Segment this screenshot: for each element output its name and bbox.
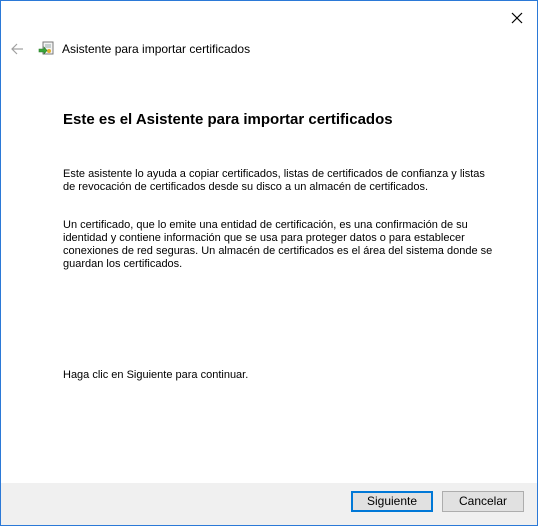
back-button[interactable] [7,37,27,61]
next-button[interactable]: Siguiente [351,491,433,512]
close-button[interactable] [503,5,531,31]
certificate-import-wizard-window: Asistente para importar certificados Est… [0,0,538,526]
continue-instruction: Haga clic en Siguiente para continuar. [63,369,249,381]
back-arrow-icon [11,43,23,55]
cancel-button[interactable]: Cancelar [442,491,524,512]
page-heading: Este es el Asistente para importar certi… [63,111,393,128]
wizard-header: Asistente para importar certificados [1,37,537,61]
certificate-wizard-icon [38,41,54,55]
close-icon [511,12,523,24]
intro-paragraph: Este asistente lo ayuda a copiar certifi… [63,168,485,193]
certificate-description-paragraph: Un certificado, que lo emite una entidad… [63,219,493,270]
wizard-footer: Siguiente Cancelar [1,483,537,525]
wizard-title: Asistente para importar certificados [62,42,251,56]
